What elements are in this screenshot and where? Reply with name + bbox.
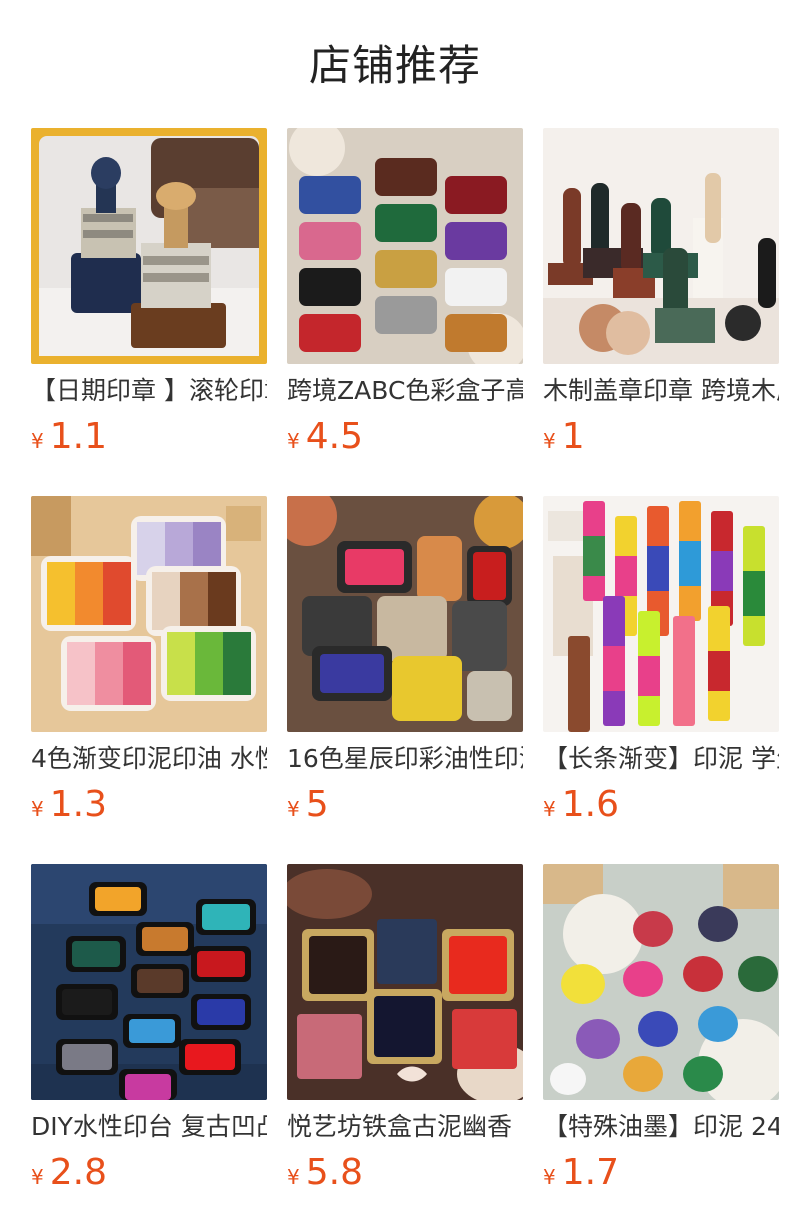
price-amount: 2.8 (49, 1152, 107, 1193)
teardrop-ink-pads-photo (543, 864, 779, 1100)
product-image[interactable] (287, 496, 523, 732)
product-name[interactable]: 【长条渐变】印泥 学生 (543, 742, 779, 776)
date-roller-stamp-photo (31, 128, 267, 364)
price-amount: 1.6 (561, 784, 619, 825)
product-price: ¥5 (287, 782, 329, 828)
product-price: ¥2.8 (31, 1150, 107, 1196)
gradient-ink-pads-photo (31, 496, 267, 732)
product-price: ¥4.5 (287, 414, 363, 460)
product-image[interactable] (543, 864, 779, 1100)
product-price: ¥1.7 (543, 1150, 619, 1196)
product-image[interactable] (287, 128, 523, 364)
color-ink-tins-photo (287, 128, 523, 364)
product-name[interactable]: 16色星辰印彩油性印泥 (287, 742, 523, 776)
product-card[interactable]: 16色星辰印彩油性印泥 ¥5 (287, 496, 523, 832)
product-name[interactable]: 跨境ZABC色彩盒子高品质 (287, 374, 523, 408)
product-image[interactable] (287, 864, 523, 1100)
metal-tin-ink-pads-photo (287, 496, 523, 732)
price-amount: 4.5 (305, 416, 363, 457)
product-price: ¥1 (543, 414, 585, 460)
product-name[interactable]: 【日期印章 】滚轮印章 (31, 374, 267, 408)
product-card[interactable]: DIY水性印台 复古凹凸 ¥2.8 (31, 864, 267, 1200)
product-name[interactable]: DIY水性印台 复古凹凸 (31, 1110, 267, 1144)
product-price: ¥1.1 (31, 414, 107, 460)
price-amount: 5.8 (305, 1152, 363, 1193)
product-price: ¥5.8 (287, 1150, 363, 1196)
product-image[interactable] (31, 128, 267, 364)
currency-symbol: ¥ (287, 1165, 300, 1189)
currency-symbol: ¥ (31, 797, 44, 821)
section-title: 店铺推荐 (308, 41, 481, 90)
price-amount: 1.1 (49, 416, 107, 457)
product-card[interactable]: 悦艺坊铁盒古泥幽香 ¥5.8 (287, 864, 523, 1200)
square-iron-tin-ink-photo (287, 864, 523, 1100)
product-image[interactable] (543, 496, 779, 732)
product-name[interactable]: 4色渐变印泥印油 水性 (31, 742, 267, 776)
currency-symbol: ¥ (31, 1165, 44, 1189)
currency-symbol: ¥ (543, 797, 556, 821)
long-gradient-ink-strips-photo (543, 496, 779, 732)
product-image[interactable] (543, 128, 779, 364)
diy-ink-pads-photo (31, 864, 267, 1100)
product-card[interactable]: 木制盖章印章 跨境木质 ¥1 (543, 128, 779, 464)
currency-symbol: ¥ (287, 429, 300, 453)
price-amount: 1 (561, 416, 585, 457)
wooden-stamps-photo (543, 128, 779, 364)
currency-symbol: ¥ (287, 797, 300, 821)
product-card[interactable]: 【特殊油墨】印泥 24色 ¥1.7 (543, 864, 779, 1200)
currency-symbol: ¥ (31, 429, 44, 453)
product-card[interactable]: 跨境ZABC色彩盒子高品质 ¥4.5 (287, 128, 523, 464)
product-name[interactable]: 悦艺坊铁盒古泥幽香 (287, 1110, 523, 1144)
price-amount: 1.3 (49, 784, 107, 825)
product-name[interactable]: 【特殊油墨】印泥 24色 (543, 1110, 779, 1144)
product-name[interactable]: 木制盖章印章 跨境木质 (543, 374, 779, 408)
product-image[interactable] (31, 496, 267, 732)
price-amount: 5 (305, 784, 329, 825)
price-amount: 1.7 (561, 1152, 619, 1193)
product-card[interactable]: 【长条渐变】印泥 学生 ¥1.6 (543, 496, 779, 832)
product-price: ¥1.6 (543, 782, 619, 828)
product-card[interactable]: 4色渐变印泥印油 水性 ¥1.3 (31, 496, 267, 832)
currency-symbol: ¥ (543, 429, 556, 453)
product-image[interactable] (31, 864, 267, 1100)
product-price: ¥1.3 (31, 782, 107, 828)
product-card[interactable]: 【日期印章 】滚轮印章 ¥1.1 (31, 128, 267, 464)
currency-symbol: ¥ (543, 1165, 556, 1189)
